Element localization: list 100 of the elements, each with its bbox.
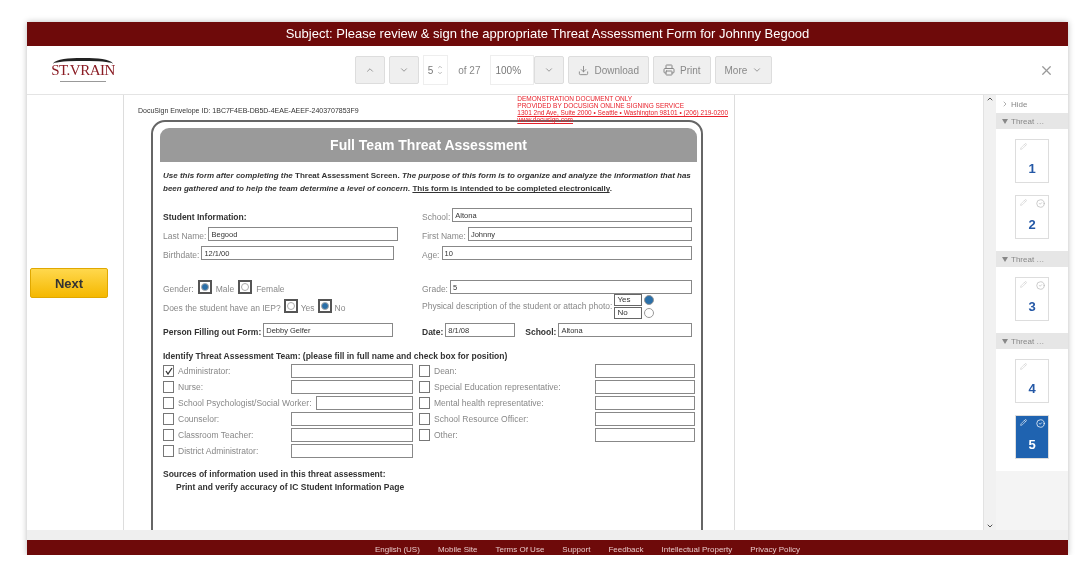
footer-link[interactable]: English (US) [374,545,420,555]
section-heading: Student Information: [163,212,247,223]
next-button[interactable]: Next [30,268,108,299]
up-caret-icon [364,65,375,75]
page-thumbnail[interactable]: 1 [1015,139,1049,184]
checkbox[interactable] [419,397,430,410]
hide-button[interactable]: Hide [996,95,1068,114]
checkbox[interactable] [163,397,174,410]
field-label: Physical description of the student or attach photo: [422,301,613,312]
field-label: Administrator: [178,366,231,377]
field-label: Grade: [422,284,448,295]
option-label: Yes [614,293,643,306]
caret-icon [752,65,763,75]
check-icon [1036,281,1045,291]
print-icon [662,64,675,76]
text-field[interactable] [315,396,413,411]
checkbox[interactable] [419,413,430,426]
text-field[interactable] [291,364,413,379]
radio-button[interactable] [238,280,253,295]
pencil-icon [1020,281,1027,289]
radio-button[interactable] [197,280,212,295]
logo: ST.VRAIN [53,58,113,82]
field-label: No [334,303,346,314]
page-count: of 27 [457,64,482,76]
triangle-icon [1002,118,1008,124]
field-label: Counselor: [178,414,220,425]
checkbox[interactable] [419,365,430,378]
page-thumbnail[interactable]: 2 [1015,195,1049,240]
page-thumbnail[interactable]: 4 [1015,359,1049,404]
footer-link[interactable]: Feedback [608,545,644,555]
page-field[interactable]: 5 [422,55,449,85]
option-label: No [614,306,643,319]
field-label: Classroom Teacher: [178,430,254,441]
text-field[interactable] [595,380,695,395]
field-label: First Name: [422,231,466,242]
footer-link[interactable]: Terms Of Use [495,545,545,555]
field-label: District Administrator: [178,446,259,457]
field-label: Male [215,284,235,295]
text-field[interactable] [291,380,413,395]
subject-text: Subject: Please review & sign the appropriate Threat Assessment Form for Johnny Begood [284,25,811,44]
check-icon [1036,199,1045,209]
field-label: Does the student have an IEP? [163,303,281,314]
check-icon [1036,419,1045,429]
field-label: School: [525,327,557,338]
field-label: School Resource Officer: [434,414,529,425]
field-label: Yes [300,303,315,314]
pencil-icon [1020,143,1027,151]
checkbox[interactable] [163,413,174,426]
section-heading: Identify Threat Assessment Team: (please fill in full name and check box for position) [163,351,509,362]
field-label: Dean: [434,366,457,377]
field-label: Nurse: [178,382,204,393]
checkbox[interactable] [163,381,174,394]
text-field[interactable] [595,396,695,411]
text-field[interactable] [291,444,413,459]
text-field[interactable] [595,428,695,443]
down-caret-icon [398,65,409,75]
radio-button[interactable] [283,299,298,314]
horizontal-scrollbar[interactable] [27,530,1068,541]
zoom-field[interactable]: 100% [490,55,535,85]
checkbox[interactable] [419,429,430,442]
field-label: Gender: [163,284,194,295]
field-label: Date: [422,327,444,338]
pencil-icon [1020,199,1027,207]
download-icon [578,64,590,76]
triangle-icon [1002,338,1008,344]
form-title: Full Team Threat Assessment [160,128,697,163]
chevron-icon [1001,100,1009,109]
checkbox[interactable] [163,445,174,458]
field-label: Special Education representative: [434,382,561,393]
page-thumbnail[interactable]: 3 [1015,277,1049,322]
section-heading: Sources of information used in this threat assessment: [163,469,387,480]
radio-button[interactable] [317,299,332,314]
text-field[interactable] [595,364,695,379]
intro-text: Use this form after completing the Threat Assessment Screen. The purpose of this form is to organize and analyze the information that has been gathered and to help the team determine a level of concern. This form is intended to be completed electronically. [163,170,692,196]
field-label: Mental health representative: [434,398,544,409]
radio-button[interactable] [644,307,655,318]
checkbox[interactable] [419,381,430,394]
footer-link[interactable]: Mobile Site [437,545,478,555]
footer-link[interactable]: Intellectual Property [661,545,733,555]
text-field[interactable] [291,428,413,443]
source-item: Print and verify accuracy of IC Student Information Page [176,482,406,493]
text-field[interactable] [291,412,413,427]
caret-icon [544,65,555,75]
text-field[interactable] [595,412,695,427]
field-label: Female [256,284,285,295]
checkbox[interactable] [163,365,174,378]
page-thumbnail[interactable]: 5 [1015,415,1049,460]
triangle-icon [1002,256,1008,262]
footer-link[interactable]: Privacy Policy [750,545,801,555]
field-label: School Psychologist/Social Worker: [178,398,312,409]
pencil-icon [1020,363,1027,371]
radio-button[interactable] [644,294,655,305]
field-label: Birthdate: [163,250,200,261]
checkbox[interactable] [163,429,174,442]
field-label: Person Filling out Form: [163,327,262,338]
pencil-icon [1020,419,1027,427]
field-label: Other: [434,430,458,441]
footer-link[interactable]: Support [562,545,591,555]
field-label: Last Name: [163,231,207,242]
field-label: Age: [422,250,440,261]
